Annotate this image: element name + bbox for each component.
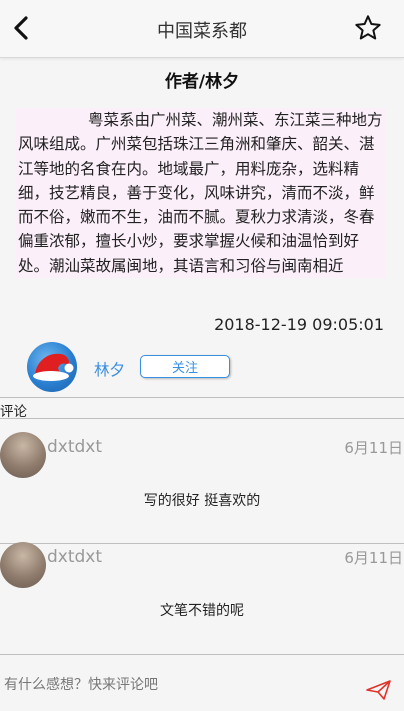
- article-body: 粤菜系由广州菜、潮州菜、东江菜三种地方风味组成。广州菜包括珠江三角洲和肇庆、韶关…: [16, 108, 386, 279]
- comment-date: 6月11日: [344, 549, 403, 567]
- commenter-name: dxtdxt: [47, 437, 103, 457]
- comment-input-bar: [0, 654, 404, 711]
- author-line: 作者/林夕: [164, 72, 240, 92]
- santa-hat-icon: [33, 353, 74, 381]
- commenter-name: dxtdxt: [47, 547, 103, 567]
- follow-button[interactable]: 关注: [140, 355, 230, 378]
- author-avatar[interactable]: [27, 342, 77, 392]
- send-icon: [366, 680, 391, 700]
- article-timestamp: 2018-12-19 09:05:01: [214, 315, 384, 334]
- divider: [0, 397, 404, 398]
- star-outline-icon: [355, 15, 381, 40]
- comment-item: dxtdxt 6月11日 写的很好 挺喜欢的: [0, 432, 404, 532]
- author-name[interactable]: 林夕: [94, 358, 125, 380]
- send-button[interactable]: [364, 677, 394, 703]
- divider: [0, 418, 404, 419]
- page-title: 中国菜系都: [157, 21, 247, 42]
- comments-section-label: 评论: [0, 404, 27, 420]
- comment-text: 写的很好 挺喜欢的: [143, 493, 261, 509]
- comment-text: 文笔不错的呢: [160, 603, 244, 619]
- favorite-button[interactable]: [354, 14, 382, 42]
- top-bar: 中国菜系都: [0, 0, 404, 58]
- commenter-avatar[interactable]: [0, 542, 46, 588]
- comment-input[interactable]: [4, 673, 344, 697]
- commenter-avatar[interactable]: [0, 432, 46, 478]
- comment-item: dxtdxt 6月11日 文笔不错的呢: [0, 542, 404, 642]
- comment-date: 6月11日: [344, 439, 403, 457]
